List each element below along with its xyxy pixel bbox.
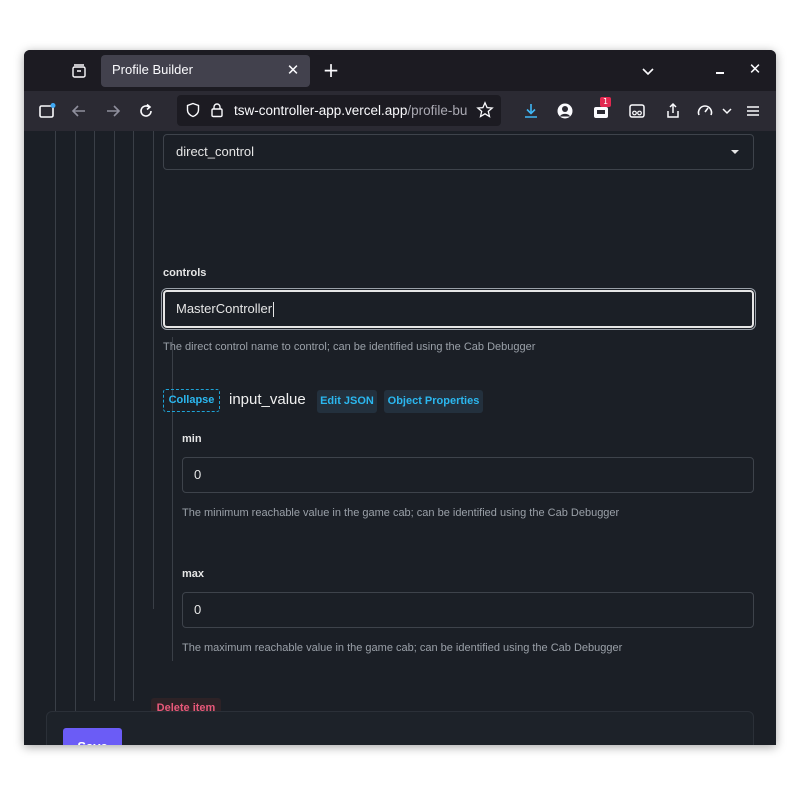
close-icon[interactable]: ✕ [285, 61, 301, 79]
max-input[interactable]: 0 [182, 592, 754, 628]
reload-icon[interactable] [135, 100, 157, 122]
shield-icon[interactable] [185, 102, 201, 122]
menu-icon[interactable] [742, 100, 764, 122]
max-help: The maximum reachable value in the game … [182, 642, 623, 654]
controls-help: The direct control name to control; can … [163, 341, 536, 353]
min-label: min [182, 433, 202, 445]
nesting-guide [153, 131, 154, 609]
max-label: max [182, 568, 205, 580]
url-bar[interactable]: tsw-controller-app.vercel.app/profile-bu [177, 95, 501, 126]
max-input-value: 0 [194, 602, 202, 617]
page-content: direct_control controls MasterController… [24, 131, 776, 745]
nav-toolbar: tsw-controller-app.vercel.app/profile-bu… [24, 91, 776, 131]
account-icon[interactable] [554, 100, 576, 122]
object-properties-button[interactable]: Object Properties [384, 390, 483, 413]
nesting-guide [114, 131, 115, 701]
url-host: tsw-controller-app.vercel.app [234, 103, 408, 118]
controls-label: controls [163, 267, 207, 279]
nesting-guide [94, 131, 95, 701]
speed-icon[interactable] [694, 100, 716, 122]
text-cursor [273, 302, 275, 318]
nesting-guide [55, 131, 56, 745]
type-select[interactable]: direct_control [163, 134, 754, 170]
controls-input[interactable]: MasterController [163, 290, 754, 328]
chevron-down-icon[interactable] [638, 61, 658, 81]
container-icon[interactable] [626, 100, 648, 122]
controls-input-value: MasterController [176, 301, 273, 316]
url-text: tsw-controller-app.vercel.app/profile-bu [234, 103, 472, 118]
save-footer: Save [46, 711, 754, 745]
notification-badge: 1 [600, 97, 611, 107]
back-icon[interactable] [68, 100, 90, 122]
forward-icon[interactable] [102, 100, 124, 122]
download-icon[interactable] [520, 100, 542, 122]
object-title: input_value [229, 391, 306, 408]
window-close-icon[interactable]: ✕ [746, 60, 764, 78]
collapse-button[interactable]: Collapse [163, 389, 220, 412]
edit-json-button[interactable]: Edit JSON [317, 390, 377, 413]
nesting-guide [172, 337, 173, 661]
chevron-down-icon[interactable] [716, 100, 738, 122]
plus-icon[interactable]: + [320, 59, 342, 81]
min-input[interactable]: 0 [182, 457, 754, 493]
tab-overview-icon[interactable] [68, 60, 90, 82]
tab-strip: Profile Builder ✕ + ✕ [24, 50, 776, 91]
browser-window: Profile Builder ✕ + ✕ tsw-controller-app… [24, 50, 776, 745]
extension-icon[interactable]: 1 [590, 97, 612, 122]
lock-icon[interactable] [209, 102, 225, 122]
tab-profile-builder[interactable]: Profile Builder ✕ [101, 55, 310, 87]
url-path: /profile-bu [407, 103, 468, 118]
save-button[interactable]: Save [63, 728, 122, 745]
min-input-value: 0 [194, 467, 202, 482]
share-icon[interactable] [662, 100, 684, 122]
tab-title: Profile Builder [112, 62, 193, 77]
nesting-guide [133, 131, 134, 701]
star-icon[interactable] [476, 101, 494, 123]
caret-down-icon [731, 150, 739, 154]
nesting-guide [75, 131, 76, 745]
min-help: The minimum reachable value in the game … [182, 507, 620, 519]
type-select-value: direct_control [176, 144, 255, 159]
minimize-icon[interactable] [712, 62, 728, 78]
sidebar-icon[interactable] [36, 100, 58, 122]
